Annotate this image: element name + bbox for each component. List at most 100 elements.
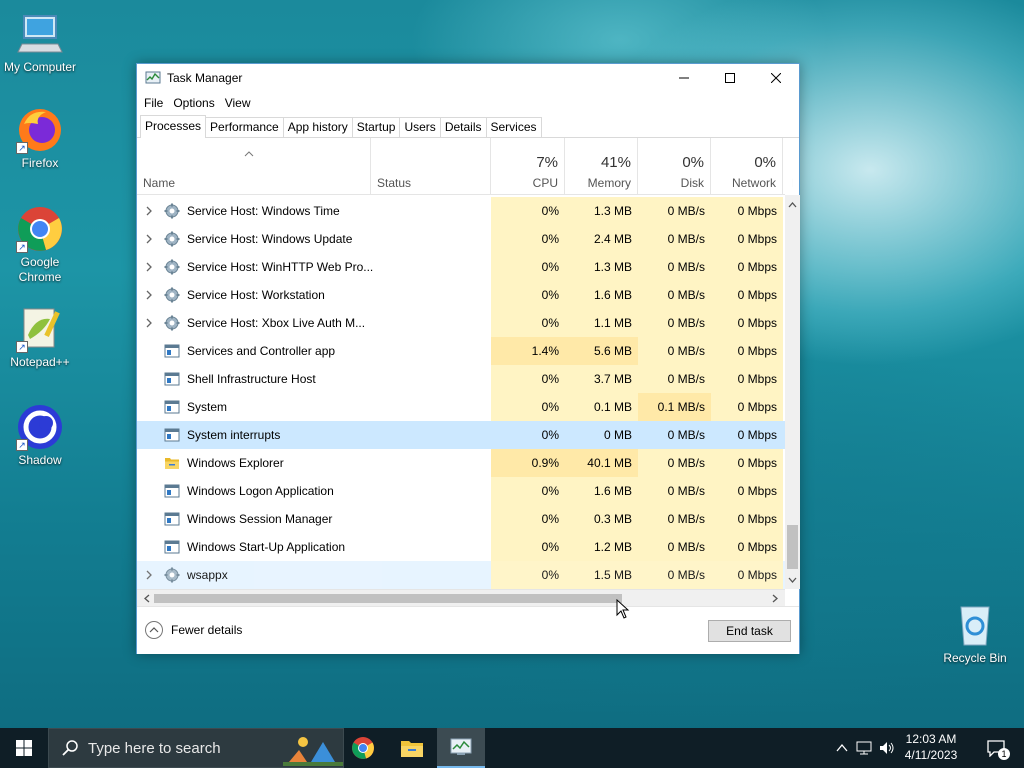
horizontal-scrollbar[interactable]: [137, 589, 785, 606]
expand-chevron-icon[interactable]: [145, 318, 153, 328]
column-header-disk[interactable]: 0% Disk: [638, 138, 711, 195]
network-cell: 0 Mbps: [711, 477, 783, 505]
vertical-scrollbar[interactable]: [785, 195, 800, 589]
recycle-bin-icon: [951, 601, 999, 649]
end-task-button[interactable]: End task: [708, 620, 791, 642]
scroll-down-arrow[interactable]: [785, 572, 800, 587]
desktop-icon-recycle-bin[interactable]: Recycle Bin: [935, 601, 1015, 666]
memory-cell: 1.2 MB: [565, 533, 638, 561]
tab-processes[interactable]: Processes: [140, 115, 207, 138]
process-name: Service Host: WinHTTP Web Pro...: [187, 260, 374, 274]
table-row[interactable]: Service Host: Workstation 0% 1.6 MB 0 MB/s 0…: [137, 281, 785, 309]
horizontal-scroll-thumb[interactable]: [154, 594, 622, 603]
cpu-cell: 0%: [491, 309, 565, 337]
table-row[interactable]: System 0% 0.1 MB 0.1 MB/s 0 Mbps: [137, 393, 785, 421]
window-app-icon: [164, 539, 180, 555]
desktop-icon-shadow[interactable]: ↗ Shadow: [0, 403, 80, 468]
tab-performance[interactable]: Performance: [205, 117, 284, 137]
gear-icon: [164, 203, 180, 219]
start-button[interactable]: [0, 728, 48, 768]
tab-users[interactable]: Users: [399, 117, 441, 137]
chrome-icon: [352, 737, 374, 759]
taskbar: Type here to search 12:03 AM 4/11/2023 1: [0, 728, 1024, 768]
network-cell: 0 Mbps: [711, 421, 783, 449]
notification-center-button[interactable]: 1: [986, 739, 1010, 760]
expand-chevron-icon[interactable]: [145, 262, 153, 272]
disk-cell: 0 MB/s: [638, 477, 711, 505]
table-row[interactable]: Service Host: Xbox Live Auth M... 0% 1.1 M…: [137, 309, 785, 337]
taskbar-chrome[interactable]: [339, 728, 387, 768]
table-row[interactable]: Shell Infrastructure Host 0% 3.7 MB 0 MB/s 0…: [137, 365, 785, 393]
process-name: Service Host: Workstation: [187, 288, 325, 302]
expand-chevron-icon[interactable]: [145, 290, 153, 300]
scroll-up-arrow[interactable]: [785, 197, 800, 212]
taskbar-clock[interactable]: 12:03 AM 4/11/2023: [896, 731, 966, 763]
chevron-up-icon[interactable]: [836, 744, 848, 752]
table-row[interactable]: Service Host: Windows Update 0% 2.4 MB 0 MB…: [137, 225, 785, 253]
windows-logo-icon: [16, 740, 32, 756]
expand-chevron-icon[interactable]: [145, 570, 153, 580]
column-header-status[interactable]: Status: [371, 138, 491, 195]
column-header-memory[interactable]: 41% Memory: [565, 138, 638, 195]
fewer-details-button[interactable]: Fewer details: [145, 621, 242, 639]
chrome-icon: ↗: [16, 205, 64, 253]
search-placeholder: Type here to search: [88, 739, 221, 757]
column-header-label: Status: [377, 176, 412, 190]
table-row[interactable]: Windows Session Manager 0% 0.3 MB 0 MB/s 0 M…: [137, 505, 785, 533]
search-icon: [62, 740, 78, 756]
network-cell: 0 Mbps: [711, 253, 783, 281]
table-row[interactable]: System interrupts 0% 0 MB 0 MB/s 0 Mbps: [137, 421, 785, 449]
desktop-icon-my-computer[interactable]: My Computer: [0, 10, 80, 75]
column-header-network[interactable]: 0% Network: [711, 138, 783, 195]
tab-startup[interactable]: Startup: [351, 117, 401, 137]
cpu-cell: 0.9%: [491, 449, 565, 477]
column-header-power[interactable]: P: [783, 138, 793, 195]
desktop-icon-google-chrome[interactable]: ↗ Google Chrome: [0, 205, 80, 285]
desktop-icon-firefox[interactable]: ↗ Firefox: [0, 106, 80, 171]
maximize-button[interactable]: [707, 64, 753, 92]
table-row[interactable]: Windows Explorer 0.9% 40.1 MB 0 MB/s 0 Mbps: [137, 449, 785, 477]
memory-cell: 0.1 MB: [565, 393, 638, 421]
clock-time: 12:03 AM: [905, 732, 957, 746]
expand-chevron-icon[interactable]: [145, 206, 153, 216]
table-row[interactable]: Windows Start-Up Application 0% 1.2 MB 0 MB…: [137, 533, 785, 561]
expand-chevron-icon[interactable]: [145, 234, 153, 244]
vertical-scroll-thumb[interactable]: [787, 525, 798, 569]
network-cell: 0 Mbps: [711, 449, 783, 477]
task-manager-icon: [450, 738, 472, 755]
taskbar-task-manager[interactable]: [437, 728, 485, 768]
menu-file[interactable]: File: [140, 96, 167, 110]
taskbar-search-box[interactable]: Type here to search: [48, 728, 344, 768]
scroll-left-arrow[interactable]: [139, 591, 154, 606]
scroll-right-arrow[interactable]: [767, 591, 782, 606]
sort-ascending-icon: [244, 151, 254, 157]
cpu-cell: 0%: [491, 533, 565, 561]
table-row[interactable]: Service Host: Windows Time 0% 1.3 MB 0 MB/s…: [137, 197, 785, 225]
cpu-cell: 1.4%: [491, 337, 565, 365]
taskbar-file-explorer[interactable]: [388, 728, 436, 768]
table-row[interactable]: Services and Controller app 1.4% 5.6 MB 0 M…: [137, 337, 785, 365]
network-cell: 0 Mbps: [711, 561, 783, 589]
column-header-label: Memory: [587, 176, 631, 190]
process-name: System: [187, 400, 228, 414]
table-row[interactable]: Service Host: WinHTTP Web Pro... 0% 1.3 MB…: [137, 253, 785, 281]
column-header-name[interactable]: Name: [137, 138, 371, 195]
network-icon[interactable]: [856, 741, 872, 755]
table-row[interactable]: wsappx 0% 1.5 MB 0 MB/s 0 Mbps: [137, 561, 785, 589]
menu-view[interactable]: View: [221, 96, 255, 110]
gear-icon: [164, 231, 180, 247]
shortcut-arrow-icon: ↗: [16, 439, 28, 451]
tab-details[interactable]: Details: [439, 117, 487, 137]
column-header-cpu[interactable]: 7% CPU: [491, 138, 565, 195]
menu-options[interactable]: Options: [169, 96, 218, 110]
minimize-button[interactable]: [661, 64, 707, 92]
tab-app-history[interactable]: App history: [282, 117, 353, 137]
close-button[interactable]: [753, 64, 799, 92]
volume-icon[interactable]: [879, 741, 895, 755]
desktop-icon-notepadpp[interactable]: ↗ Notepad++: [0, 305, 80, 370]
tab-services[interactable]: Services: [485, 117, 542, 137]
window-app-icon: [164, 399, 180, 415]
table-row[interactable]: Windows Logon Application 0% 1.6 MB 0 MB/s 0…: [137, 477, 785, 505]
window-app-icon: [164, 483, 180, 499]
title-bar[interactable]: Task Manager: [137, 64, 799, 92]
